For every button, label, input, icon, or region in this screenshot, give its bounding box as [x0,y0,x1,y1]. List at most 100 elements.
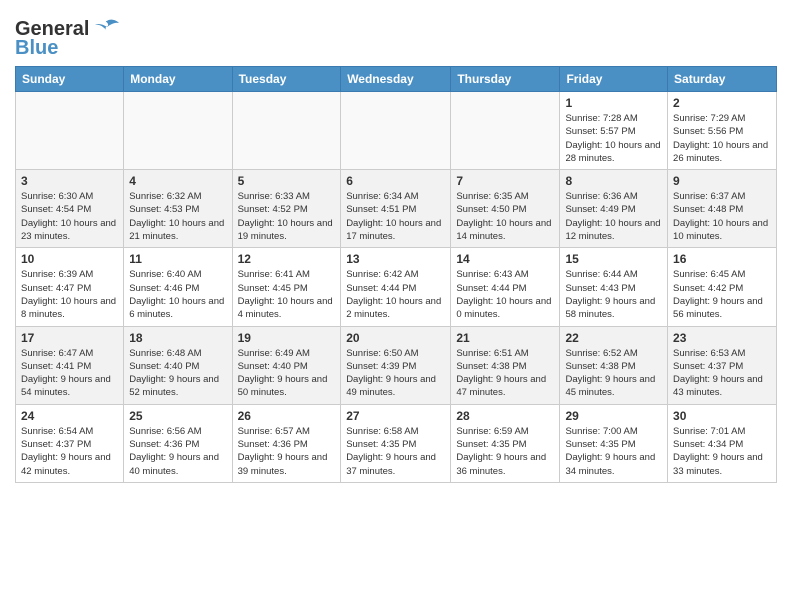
day-number: 24 [21,409,118,423]
calendar-cell: 16Sunrise: 6:45 AMSunset: 4:42 PMDayligh… [668,248,777,326]
day-info: Sunrise: 6:54 AMSunset: 4:37 PMDaylight:… [21,425,118,478]
day-number: 29 [565,409,662,423]
calendar-cell: 19 Sunrise: 6:49 AMSunset: 4:40 PMDayligh… [232,326,341,404]
day-number: 4 [129,174,226,188]
calendar-cell: 3 Sunrise: 6:30 AMSunset: 4:54 PMDaylight… [16,170,124,248]
calendar-cell [451,92,560,170]
day-info: Sunrise: 6:44 AMSunset: 4:43 PMDaylight:… [565,268,662,321]
calendar-cell: 15 Sunrise: 6:44 AMSunset: 4:43 PMDayligh… [560,248,668,326]
day-number: 1 [565,96,662,110]
calendar-cell: 30 Sunrise: 7:01 AMSunset: 4:34 PMDayligh… [668,404,777,482]
day-info: Sunrise: 6:43 AMSunset: 4:44 PMDaylight:… [456,268,554,321]
day-info: Sunrise: 6:37 AMSunset: 4:48 PMDaylight:… [673,190,771,243]
day-info: Sunrise: 6:32 AMSunset: 4:53 PMDaylight:… [129,190,226,243]
day-info: Sunrise: 7:28 AMSunset: 5:57 PMDaylight:… [565,112,662,165]
calendar-cell: 29 Sunrise: 7:00 AMSunset: 4:35 PMDayligh… [560,404,668,482]
calendar-cell [341,92,451,170]
calendar-cell: 28 Sunrise: 6:59 AMSunset: 4:35 PMDayligh… [451,404,560,482]
weekday-header-saturday: Saturday [668,67,777,92]
logo-blue-text: Blue [15,37,58,60]
calendar-cell: 26 Sunrise: 6:57 AMSunset: 4:36 PMDayligh… [232,404,341,482]
day-info: Sunrise: 6:35 AMSunset: 4:50 PMDaylight:… [456,190,554,243]
header: General Blue [15,10,777,60]
day-info: Sunrise: 6:30 AMSunset: 4:54 PMDaylight:… [21,190,118,243]
calendar-cell: 21Sunrise: 6:51 AMSunset: 4:38 PMDayligh… [451,326,560,404]
day-number: 5 [238,174,336,188]
day-info: Sunrise: 6:48 AMSunset: 4:40 PMDaylight:… [129,347,226,400]
day-number: 22 [565,331,662,345]
calendar-cell: 2Sunrise: 7:29 AMSunset: 5:56 PMDaylight… [668,92,777,170]
day-info: Sunrise: 6:56 AMSunset: 4:36 PMDaylight:… [129,425,226,478]
day-info: Sunrise: 6:59 AMSunset: 4:35 PMDaylight:… [456,425,554,478]
day-number: 19 [238,331,336,345]
calendar-cell [16,92,124,170]
calendar-cell: 24 Sunrise: 6:54 AMSunset: 4:37 PMDayligh… [16,404,124,482]
day-number: 7 [456,174,554,188]
calendar-cell: 6Sunrise: 6:34 AMSunset: 4:51 PMDaylight… [341,170,451,248]
calendar-cell: 12 Sunrise: 6:41 AMSunset: 4:45 PMDayligh… [232,248,341,326]
day-number: 11 [129,252,226,266]
day-number: 23 [673,331,771,345]
day-info: Sunrise: 6:53 AMSunset: 4:37 PMDaylight:… [673,347,771,400]
calendar-cell: 8 Sunrise: 6:36 AMSunset: 4:49 PMDaylight… [560,170,668,248]
day-info: Sunrise: 6:39 AMSunset: 4:47 PMDaylight:… [21,268,118,321]
calendar-week-row: 17Sunrise: 6:47 AMSunset: 4:41 PMDayligh… [16,326,777,404]
weekday-header-monday: Monday [124,67,232,92]
day-info: Sunrise: 6:52 AMSunset: 4:38 PMDaylight:… [565,347,662,400]
calendar: SundayMondayTuesdayWednesdayThursdayFrid… [15,66,777,483]
calendar-week-row: 24 Sunrise: 6:54 AMSunset: 4:37 PMDayligh… [16,404,777,482]
logo: General Blue [15,18,121,60]
calendar-week-row: 10Sunrise: 6:39 AMSunset: 4:47 PMDayligh… [16,248,777,326]
day-number: 6 [346,174,445,188]
weekday-header-wednesday: Wednesday [341,67,451,92]
weekday-header-sunday: Sunday [16,67,124,92]
weekday-header-friday: Friday [560,67,668,92]
day-number: 13 [346,252,445,266]
day-info: Sunrise: 6:49 AMSunset: 4:40 PMDaylight:… [238,347,336,400]
day-info: Sunrise: 6:58 AMSunset: 4:35 PMDaylight:… [346,425,445,478]
calendar-cell: 22 Sunrise: 6:52 AMSunset: 4:38 PMDayligh… [560,326,668,404]
day-info: Sunrise: 6:50 AMSunset: 4:39 PMDaylight:… [346,347,445,400]
day-number: 28 [456,409,554,423]
day-number: 26 [238,409,336,423]
calendar-cell: 17Sunrise: 6:47 AMSunset: 4:41 PMDayligh… [16,326,124,404]
calendar-week-row: 3 Sunrise: 6:30 AMSunset: 4:54 PMDaylight… [16,170,777,248]
day-number: 25 [129,409,226,423]
weekday-header-tuesday: Tuesday [232,67,341,92]
day-number: 14 [456,252,554,266]
day-info: Sunrise: 6:42 AMSunset: 4:44 PMDaylight:… [346,268,445,321]
day-number: 18 [129,331,226,345]
day-info: Sunrise: 6:45 AMSunset: 4:42 PMDaylight:… [673,268,771,321]
calendar-cell: 11 Sunrise: 6:40 AMSunset: 4:46 PMDayligh… [124,248,232,326]
calendar-cell: 5 Sunrise: 6:33 AMSunset: 4:52 PMDaylight… [232,170,341,248]
day-info: Sunrise: 6:47 AMSunset: 4:41 PMDaylight:… [21,347,118,400]
weekday-header-thursday: Thursday [451,67,560,92]
calendar-cell: 25 Sunrise: 6:56 AMSunset: 4:36 PMDayligh… [124,404,232,482]
day-number: 20 [346,331,445,345]
day-info: Sunrise: 6:36 AMSunset: 4:49 PMDaylight:… [565,190,662,243]
day-info: Sunrise: 6:41 AMSunset: 4:45 PMDaylight:… [238,268,336,321]
day-number: 12 [238,252,336,266]
calendar-cell: 7 Sunrise: 6:35 AMSunset: 4:50 PMDaylight… [451,170,560,248]
day-info: Sunrise: 7:01 AMSunset: 4:34 PMDaylight:… [673,425,771,478]
calendar-cell [232,92,341,170]
calendar-cell: 23 Sunrise: 6:53 AMSunset: 4:37 PMDayligh… [668,326,777,404]
day-number: 27 [346,409,445,423]
day-number: 30 [673,409,771,423]
day-number: 3 [21,174,118,188]
day-number: 8 [565,174,662,188]
day-number: 15 [565,252,662,266]
calendar-cell: 13 Sunrise: 6:42 AMSunset: 4:44 PMDayligh… [341,248,451,326]
day-number: 9 [673,174,771,188]
day-number: 21 [456,331,554,345]
weekday-header-row: SundayMondayTuesdayWednesdayThursdayFrid… [16,67,777,92]
logo-bird-icon [93,19,121,41]
calendar-cell: 27 Sunrise: 6:58 AMSunset: 4:35 PMDayligh… [341,404,451,482]
day-info: Sunrise: 7:00 AMSunset: 4:35 PMDaylight:… [565,425,662,478]
calendar-cell [124,92,232,170]
calendar-week-row: 1 Sunrise: 7:28 AMSunset: 5:57 PMDaylight… [16,92,777,170]
day-info: Sunrise: 6:40 AMSunset: 4:46 PMDaylight:… [129,268,226,321]
day-info: Sunrise: 7:29 AMSunset: 5:56 PMDaylight:… [673,112,771,165]
day-info: Sunrise: 6:57 AMSunset: 4:36 PMDaylight:… [238,425,336,478]
day-info: Sunrise: 6:33 AMSunset: 4:52 PMDaylight:… [238,190,336,243]
